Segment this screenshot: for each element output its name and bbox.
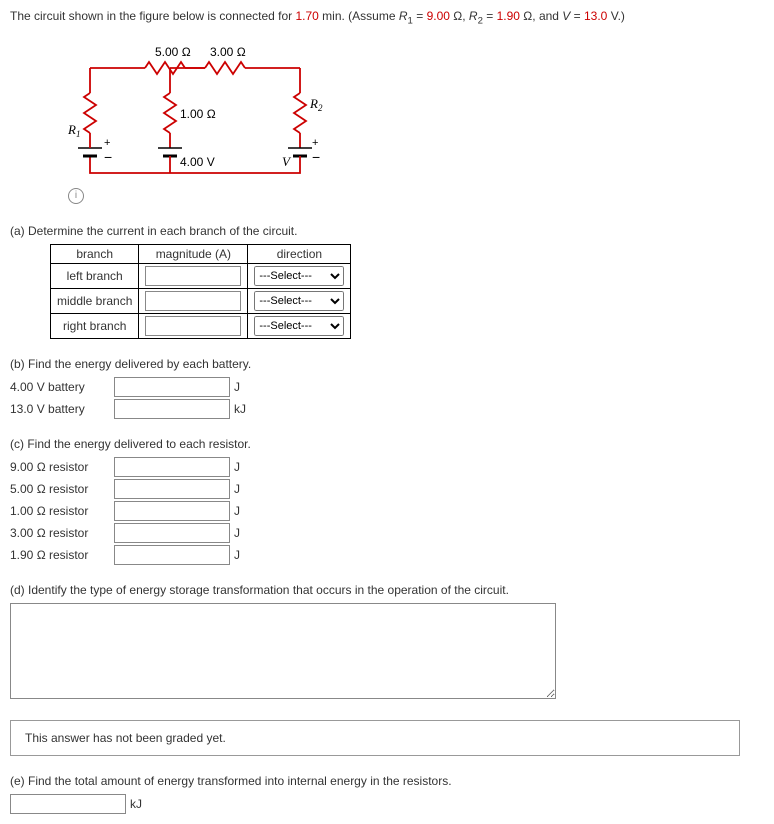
circuit-figure: 5.00 Ω 3.00 Ω 1.00 Ω R1 R2 4.00 V V + − … bbox=[60, 38, 360, 204]
table-row: left branch ---Select--- bbox=[51, 263, 351, 288]
middle-branch-direction[interactable]: ---Select--- bbox=[254, 291, 344, 311]
r-1ohm-input[interactable] bbox=[114, 501, 230, 521]
problem-statement: The circuit shown in the figure below is… bbox=[10, 8, 764, 28]
grade-status: This answer has not been graded yet. bbox=[10, 720, 740, 756]
part-d-textarea[interactable] bbox=[10, 603, 556, 699]
right-branch-magnitude[interactable] bbox=[145, 316, 241, 336]
table-row: middle branch ---Select--- bbox=[51, 288, 351, 313]
battery-4v-label-row: 4.00 V battery bbox=[10, 380, 110, 394]
svg-text:+: + bbox=[104, 137, 110, 149]
info-icon[interactable]: i bbox=[68, 188, 84, 204]
branch-table: branch magnitude (A) direction left bran… bbox=[50, 244, 351, 339]
left-branch-magnitude[interactable] bbox=[145, 266, 241, 286]
part-e-question: (e) Find the total amount of energy tran… bbox=[10, 774, 764, 788]
svg-text:+: + bbox=[312, 137, 318, 149]
battery-v-label: V bbox=[282, 154, 292, 169]
svg-text:−: − bbox=[104, 149, 112, 165]
r-1ohm-label: 1.00 Ω bbox=[180, 107, 216, 121]
battery-13v-label-row: 13.0 V battery bbox=[10, 402, 110, 416]
svg-text:R1: R1 bbox=[67, 122, 80, 139]
battery-4v-label: 4.00 V bbox=[180, 155, 215, 169]
table-row: right branch ---Select--- bbox=[51, 313, 351, 338]
svg-text:R2: R2 bbox=[309, 96, 323, 113]
part-d-question: (d) Identify the type of energy storage … bbox=[10, 583, 764, 597]
middle-branch-magnitude[interactable] bbox=[145, 291, 241, 311]
r-3ohm-label: 3.00 Ω bbox=[210, 45, 246, 59]
left-branch-direction[interactable]: ---Select--- bbox=[254, 266, 344, 286]
part-e-input[interactable] bbox=[10, 794, 126, 814]
r-5ohm-label: 5.00 Ω bbox=[155, 45, 191, 59]
battery-4v-input[interactable] bbox=[114, 377, 230, 397]
r-5ohm-input[interactable] bbox=[114, 479, 230, 499]
r-1.9ohm-input[interactable] bbox=[114, 545, 230, 565]
svg-text:−: − bbox=[312, 149, 320, 165]
r-9ohm-input[interactable] bbox=[114, 457, 230, 477]
right-branch-direction[interactable]: ---Select--- bbox=[254, 316, 344, 336]
part-a-question: (a) Determine the current in each branch… bbox=[10, 224, 764, 238]
part-c-question: (c) Find the energy delivered to each re… bbox=[10, 437, 764, 451]
part-b-question: (b) Find the energy delivered by each ba… bbox=[10, 357, 764, 371]
battery-13v-input[interactable] bbox=[114, 399, 230, 419]
r-3ohm-input[interactable] bbox=[114, 523, 230, 543]
